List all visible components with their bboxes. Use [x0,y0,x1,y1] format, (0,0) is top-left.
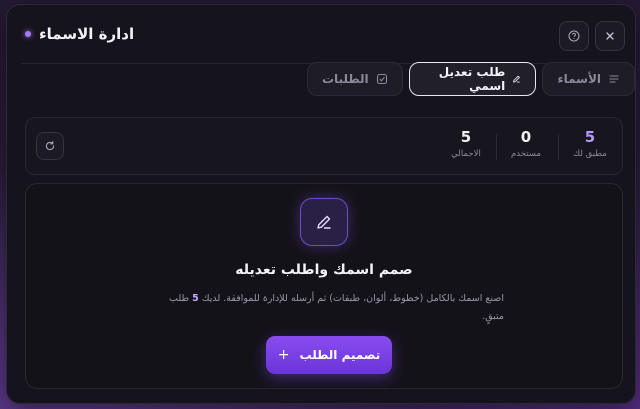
stat-approved-label: مطبق لك [573,149,607,159]
list-icon [609,75,619,83]
tab-names[interactable]: الأسماء [542,62,635,96]
design-request-card: صمم اسمك واطلب تعديله اصنع اسمك بالكامل … [25,183,623,389]
stat-used-label: مستخدم [511,149,541,159]
tab-request-name-edit[interactable]: طلب تعديل اسمي [408,62,537,96]
refresh-icon [45,141,55,151]
tab-bar: الطلبات طلب تعديل اسمي الأسماء [307,62,635,96]
status-dot-icon [25,31,31,37]
tab-requests[interactable]: الطلبات [307,62,403,96]
stats-panel: 5 الاجمالي 0 مستخدم 5 مطبق لك [25,117,623,175]
stat-total: 5 الاجمالي [436,128,496,159]
help-icon [568,30,580,42]
plus-icon: + [277,347,290,363]
names-management-modal: ادارة الاسماء الطلبات طلب تعديل اسمي الأ… [6,4,636,404]
card-desc-text: اصنع اسمك بالكامل (خطوط، ألوان، طبقات) ث… [201,293,504,304]
pencil-icon [300,198,348,246]
design-request-button[interactable]: تصميم الطلب + [266,336,392,374]
pencil-icon [513,75,521,83]
help-button[interactable] [559,21,589,51]
stat-approved-value: 5 [584,128,596,146]
card-title: صمم اسمك واطلب تعديله [235,262,413,278]
stat-used-value: 0 [520,128,532,146]
checkbox-icon [376,73,387,85]
modal-header: ادارة الاسماء [7,21,635,53]
modal-title: ادارة الاسماء [39,25,135,43]
remaining-count: 5 [192,293,199,304]
stat-total-value: 5 [460,128,472,146]
close-icon [606,32,614,40]
card-description: اصنع اسمك بالكامل (خطوط، ألوان، طبقات) ث… [146,290,504,326]
stat-total-label: الاجمالي [451,149,481,159]
tab-request-name-edit-label: طلب تعديل اسمي [438,65,506,93]
tab-names-label: الأسماء [557,72,601,86]
stat-used: 0 مستخدم [496,128,556,159]
design-request-label: تصميم الطلب [299,348,381,362]
refresh-button[interactable] [36,132,64,160]
title-group: ادارة الاسماء [25,25,134,43]
tab-requests-label: الطلبات [322,72,369,86]
close-button[interactable] [595,21,625,51]
stat-approved: 5 مطبق لك [560,128,620,159]
stat-separator [558,134,559,160]
